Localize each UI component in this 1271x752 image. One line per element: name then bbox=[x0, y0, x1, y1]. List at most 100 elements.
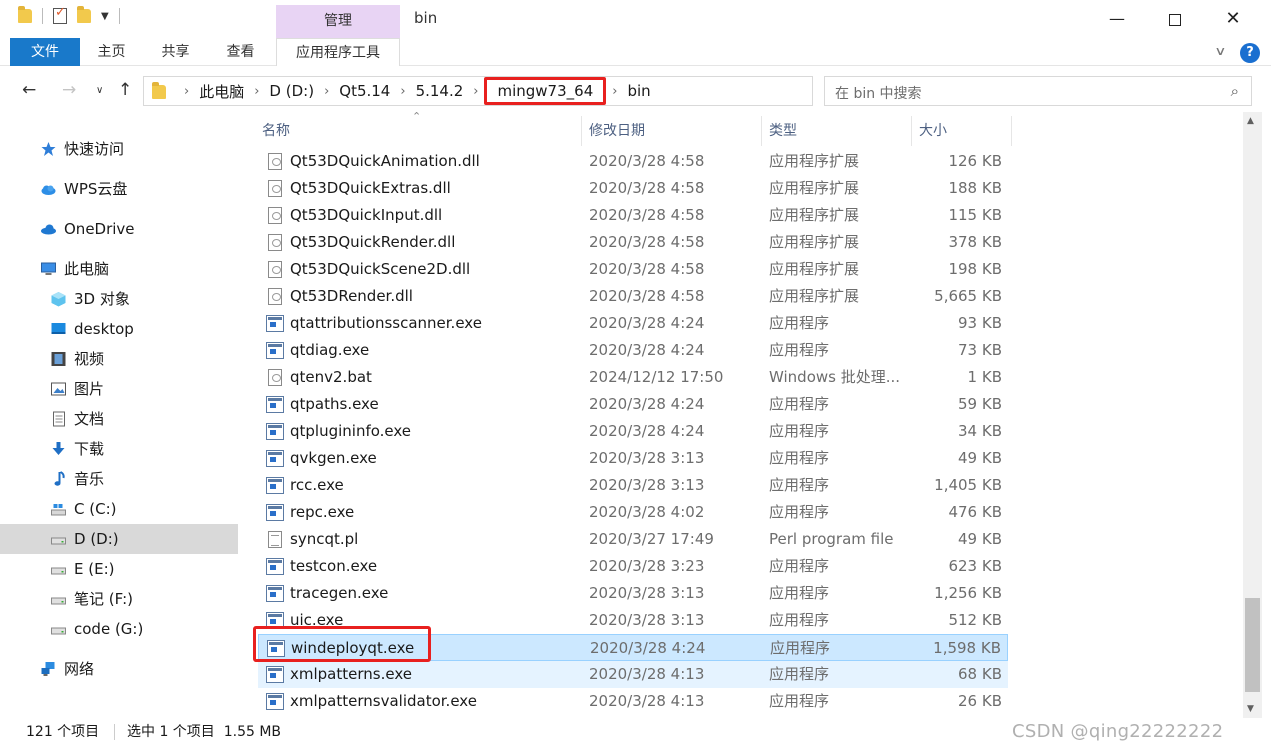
help-icon[interactable]: ? bbox=[1240, 43, 1260, 63]
sidebar-item-drive-g[interactable]: code (G:) bbox=[0, 614, 238, 644]
file-row[interactable]: Qt53DQuickInput.dll 2020/3/28 4:58 应用程序扩展 1… bbox=[258, 202, 1008, 229]
file-row[interactable]: qvkgen.exe 2020/3/28 3:13 应用程序 49 KB bbox=[258, 445, 1008, 472]
file-row[interactable]: Qt53DRender.dll 2020/3/28 4:58 应用程序扩展 5,665… bbox=[258, 283, 1008, 310]
search-icon[interactable]: ⌕ bbox=[1231, 82, 1239, 100]
dll-file-icon bbox=[268, 207, 282, 224]
file-name: Qt53DQuickAnimation.dll bbox=[290, 152, 480, 170]
address-bar[interactable]: › 此电脑 › D (D:) › Qt5.14 › 5.14.2 › mingw… bbox=[143, 76, 955, 106]
file-type: 应用程序扩展 bbox=[769, 233, 860, 251]
file-row[interactable]: Qt53DQuickAnimation.dll 2020/3/28 4:58 应用程… bbox=[258, 148, 1008, 175]
up-arrow-icon[interactable]: ↑ bbox=[118, 80, 132, 100]
folder-icon[interactable] bbox=[18, 6, 32, 23]
file-row[interactable]: Qt53DQuickScene2D.dll 2020/3/28 4:58 应用程序扩… bbox=[258, 256, 1008, 283]
breadcrumb-separator-icon[interactable]: › bbox=[324, 84, 329, 99]
application-file-icon bbox=[266, 693, 284, 710]
vertical-scrollbar[interactable]: ▲ ▼ bbox=[1243, 112, 1262, 718]
properties-icon[interactable] bbox=[53, 5, 67, 24]
sidebar-item-this-pc[interactable]: 此电脑 bbox=[0, 254, 238, 284]
back-arrow-icon[interactable]: ← bbox=[22, 80, 36, 100]
scroll-up-arrow-icon[interactable]: ▲ bbox=[1247, 116, 1254, 126]
file-size: 73 KB bbox=[958, 341, 1002, 359]
manage-context-tab-header[interactable]: 管理 bbox=[276, 5, 400, 38]
file-name: repc.exe bbox=[290, 503, 355, 521]
batch-file-icon bbox=[268, 369, 282, 386]
breadcrumb-separator-icon[interactable]: › bbox=[184, 84, 189, 99]
file-row[interactable]: Qt53DQuickExtras.dll 2020/3/28 4:58 应用程序扩展… bbox=[258, 175, 1008, 202]
breadcrumb-this-pc[interactable]: 此电脑 bbox=[199, 81, 244, 102]
dll-file-icon bbox=[268, 153, 282, 170]
tab-home[interactable]: 主页 bbox=[84, 38, 139, 66]
sidebar-item-documents[interactable]: 文档 bbox=[0, 404, 238, 434]
file-row[interactable]: testcon.exe 2020/3/28 3:23 应用程序 623 KB bbox=[258, 553, 1008, 580]
sidebar-item-downloads[interactable]: 下载 bbox=[0, 434, 238, 464]
breadcrumb-bin[interactable]: bin bbox=[627, 82, 650, 100]
column-header-date[interactable]: 修改日期 bbox=[589, 116, 645, 146]
maximize-button[interactable] bbox=[1146, 0, 1204, 38]
sidebar-item-onedrive[interactable]: OneDrive bbox=[0, 214, 238, 244]
column-divider[interactable] bbox=[761, 116, 762, 146]
customize-toolbar-dropdown-icon[interactable]: ▼ bbox=[101, 11, 109, 22]
tab-application-tools[interactable]: 应用程序工具 bbox=[276, 38, 400, 66]
file-modified-date: 2020/3/28 3:13 bbox=[589, 476, 705, 494]
forward-arrow-icon[interactable]: → bbox=[62, 80, 76, 100]
breadcrumb-separator-icon[interactable]: › bbox=[473, 84, 478, 99]
sidebar-item-label: 此电脑 bbox=[64, 260, 110, 278]
sidebar-item-network[interactable]: 网络 bbox=[0, 654, 238, 684]
scroll-down-arrow-icon[interactable]: ▼ bbox=[1247, 704, 1254, 714]
tab-share[interactable]: 共享 bbox=[148, 38, 203, 66]
file-row[interactable]: tracegen.exe 2020/3/28 3:13 应用程序 1,256 KB bbox=[258, 580, 1008, 607]
column-divider[interactable] bbox=[911, 116, 912, 146]
file-row[interactable]: qtplugininfo.exe 2020/3/28 4:24 应用程序 34 KB bbox=[258, 418, 1008, 445]
sidebar-item-3d-objects[interactable]: 3D 对象 bbox=[0, 284, 238, 314]
column-divider[interactable] bbox=[581, 116, 582, 146]
sidebar-item-pictures[interactable]: 图片 bbox=[0, 374, 238, 404]
file-size: 115 KB bbox=[948, 206, 1002, 224]
application-file-icon bbox=[266, 558, 284, 575]
breadcrumb-version[interactable]: 5.14.2 bbox=[416, 82, 464, 100]
sidebar-item-wps-cloud[interactable]: WPS云盘 bbox=[0, 174, 238, 204]
minimize-button[interactable]: — bbox=[1088, 0, 1146, 38]
breadcrumb-drive-d[interactable]: D (D:) bbox=[269, 82, 314, 100]
sidebar-item-desktop[interactable]: desktop bbox=[0, 314, 238, 344]
expand-ribbon-chevron-icon[interactable]: ∨ bbox=[1214, 44, 1226, 58]
sidebar-item-drive-f[interactable]: 笔记 (F:) bbox=[0, 584, 238, 614]
breadcrumb-qt[interactable]: Qt5.14 bbox=[339, 82, 390, 100]
close-button[interactable]: ✕ bbox=[1204, 0, 1262, 38]
breadcrumb-mingw[interactable]: mingw73_64 bbox=[484, 77, 607, 105]
file-row[interactable]: qtpaths.exe 2020/3/28 4:24 应用程序 59 KB bbox=[258, 391, 1008, 418]
file-row[interactable]: xmlpatternsvalidator.exe 2020/3/28 4:13 应用… bbox=[258, 688, 1008, 715]
file-row[interactable]: qtenv2.bat 2024/12/12 17:50 Windows 批处理...… bbox=[258, 364, 1008, 391]
search-input[interactable]: 在 bin 中搜索 ⌕ bbox=[824, 76, 1252, 106]
music-icon bbox=[54, 471, 65, 486]
file-row[interactable]: syncqt.pl 2020/3/27 17:49 Perl program fil… bbox=[258, 526, 1008, 553]
file-type: 应用程序 bbox=[769, 503, 830, 521]
sidebar-item-drive-e[interactable]: E (E:) bbox=[0, 554, 238, 584]
file-row[interactable]: qtdiag.exe 2020/3/28 4:24 应用程序 73 KB bbox=[258, 337, 1008, 364]
tab-view[interactable]: 查看 bbox=[213, 38, 268, 66]
recent-locations-chevron-icon[interactable]: ∨ bbox=[96, 85, 103, 96]
sidebar-item-label: 图片 bbox=[74, 380, 105, 398]
file-name: Qt53DRender.dll bbox=[290, 287, 413, 305]
column-header-name[interactable]: 名称 bbox=[262, 116, 290, 146]
column-header-size[interactable]: 大小 bbox=[919, 116, 947, 146]
file-row[interactable]: qtattributionsscanner.exe 2020/3/28 4:24 应… bbox=[258, 310, 1008, 337]
file-row[interactable]: rcc.exe 2020/3/28 3:13 应用程序 1,405 KB bbox=[258, 472, 1008, 499]
sidebar-item-videos[interactable]: 视频 bbox=[0, 344, 238, 374]
breadcrumb-separator-icon[interactable]: › bbox=[612, 84, 617, 99]
application-file-icon bbox=[266, 315, 284, 332]
sidebar-item-drive-d[interactable]: D (D:) bbox=[0, 524, 238, 554]
file-row[interactable]: Qt53DQuickRender.dll 2020/3/28 4:58 应用程序扩展… bbox=[258, 229, 1008, 256]
file-type: Windows 批处理... bbox=[769, 368, 901, 386]
new-folder-icon[interactable] bbox=[77, 6, 91, 23]
column-header-type[interactable]: 类型 bbox=[769, 116, 797, 146]
file-row[interactable]: repc.exe 2020/3/28 4:02 应用程序 476 KB bbox=[258, 499, 1008, 526]
column-divider[interactable] bbox=[1011, 116, 1012, 146]
scrollbar-thumb[interactable] bbox=[1245, 598, 1260, 692]
sidebar-item-quick-access[interactable]: 快速访问 bbox=[0, 134, 238, 164]
breadcrumb-separator-icon[interactable]: › bbox=[254, 84, 259, 99]
tab-file[interactable]: 文件 bbox=[10, 38, 80, 66]
sidebar-item-drive-c[interactable]: C (C:) bbox=[0, 494, 238, 524]
breadcrumb-separator-icon[interactable]: › bbox=[400, 84, 405, 99]
file-row[interactable]: xmlpatterns.exe 2020/3/28 4:13 应用程序 68 KB bbox=[258, 661, 1008, 688]
sidebar-item-music[interactable]: 音乐 bbox=[0, 464, 238, 494]
